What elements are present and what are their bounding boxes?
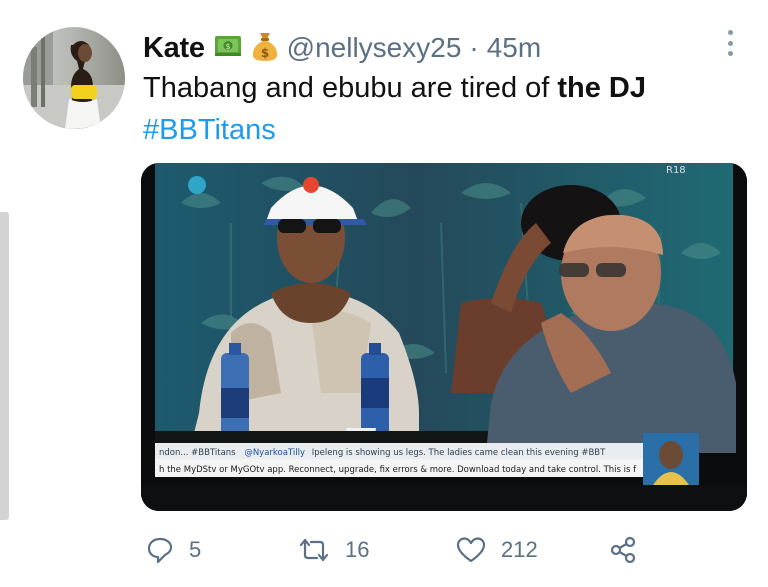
display-name[interactable]: Kate	[143, 32, 205, 65]
heart-icon	[456, 537, 486, 563]
like-button[interactable]: 212	[455, 528, 538, 572]
ticker-prefix: ndon... #BBTitans	[159, 448, 236, 458]
avatar-photo	[23, 27, 125, 129]
rating-badge: R18	[666, 165, 686, 176]
ticker-text: Ipeleng is showing us legs. The ladies c…	[312, 448, 606, 458]
svg-text:$: $	[260, 46, 268, 60]
tweet-text-plain: Thabang and ebubu are tired of	[143, 72, 550, 104]
tweet-text-bold: the DJ	[557, 72, 647, 104]
reply-button[interactable]: 5	[145, 528, 201, 572]
side-scroll-handle[interactable]	[0, 212, 9, 520]
user-handle[interactable]: @nellysexy25	[287, 32, 462, 64]
reply-icon	[147, 537, 173, 564]
retweet-button[interactable]: 16	[297, 528, 369, 572]
dollar-banknote-icon: $	[213, 33, 243, 64]
avatar[interactable]	[23, 27, 125, 129]
tweet-media[interactable]: R18 ndon... #BBTitans @NyarkoaTilly Ipel…	[141, 163, 747, 511]
money-bag-icon: $	[251, 30, 279, 67]
retweet-icon	[299, 538, 329, 562]
svg-text:$: $	[225, 42, 230, 51]
ticker-handle: @NyarkoaTilly	[244, 448, 305, 458]
tweet-text: Thabang and ebubu are tired of the DJ	[143, 72, 646, 105]
reply-count: 5	[189, 537, 202, 562]
tv-screen-photo: R18 ndon... #BBTitans @NyarkoaTilly Ipel…	[141, 163, 747, 511]
timestamp[interactable]: 45m	[487, 32, 541, 64]
tweet-header: Kate $ $ @nellysexy25 · 45m	[143, 28, 541, 68]
more-options-icon[interactable]	[719, 30, 741, 56]
share-button[interactable]	[608, 528, 638, 572]
ticker-line-2: h the MyDStv or MyGOtv app. Reconnect, u…	[159, 465, 637, 475]
header-separator: ·	[469, 32, 479, 63]
svg-text:ndon... #BBTitans @Nya: ndon... #BBTitans @NyarkoaTilly Ipeleng …	[159, 448, 606, 458]
retweet-count: 16	[345, 537, 370, 562]
hashtag-link[interactable]: #BBTitans	[143, 114, 276, 147]
tweet-actions: 5 16 212	[145, 528, 665, 572]
tweet-screen: Kate $ $ @nellysexy25 · 45m Thabang and …	[0, 0, 768, 587]
share-icon	[610, 536, 636, 564]
like-count: 212	[501, 537, 538, 562]
